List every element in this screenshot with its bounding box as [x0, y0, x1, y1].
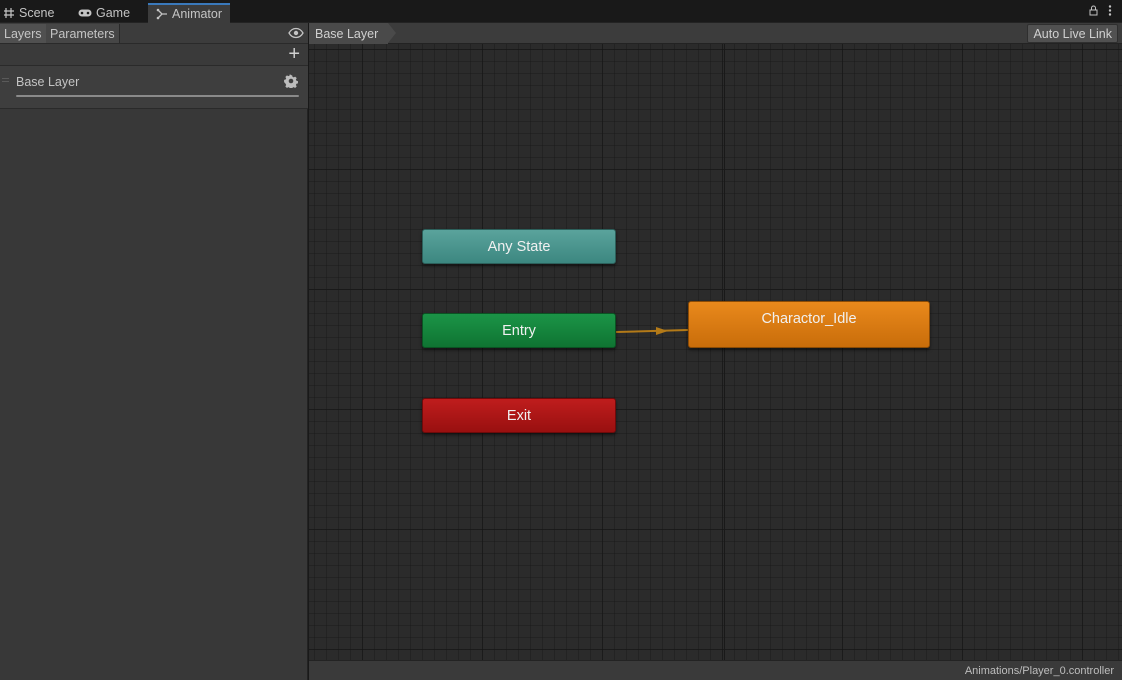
state-charactor-idle[interactable]: Charactor_Idle — [688, 301, 930, 348]
transition-arrow[interactable] — [309, 23, 1122, 680]
kebab-menu-icon[interactable] — [1108, 5, 1112, 16]
layers-tab-button[interactable]: Layers — [0, 24, 47, 43]
window-controls — [1089, 5, 1112, 16]
status-bar: Animations/Player_0.controller — [309, 660, 1122, 680]
state-entry[interactable]: Entry — [422, 313, 616, 348]
tab-scene[interactable]: Scene — [3, 3, 54, 23]
layers-toolbar: Layers Parameters — [0, 23, 308, 44]
window-tab-bar: Scene Game Animator — [0, 0, 1122, 23]
layer-item-base-layer[interactable]: Base Layer — [0, 66, 308, 109]
add-layer-row: + — [0, 44, 308, 66]
state-any-state[interactable]: Any State — [422, 229, 616, 264]
parameters-tab-button[interactable]: Parameters — [46, 24, 120, 43]
controller-path: Animations/Player_0.controller — [964, 665, 1114, 677]
tab-label: Animator — [172, 7, 223, 21]
tab-game[interactable]: Game — [78, 3, 130, 23]
gear-icon[interactable] — [284, 74, 298, 88]
animator-icon — [156, 8, 167, 20]
grid-icon — [4, 8, 14, 18]
state-exit[interactable]: Exit — [422, 398, 616, 433]
layer-weight-bar — [16, 95, 299, 97]
lock-icon[interactable] — [1089, 5, 1098, 16]
tab-animator[interactable]: Animator — [148, 3, 231, 23]
tab-label: Game — [96, 6, 131, 20]
eye-icon[interactable] — [288, 27, 304, 39]
layer-name: Base Layer — [16, 75, 80, 89]
drag-handle-icon[interactable] — [2, 78, 9, 82]
tab-label: Scene — [19, 6, 55, 20]
layers-panel: Layers Parameters + Base Layer — [0, 23, 308, 680]
gamepad-icon — [78, 9, 92, 17]
state-machine-graph[interactable]: Base Layer Auto Live Link Any State Entr… — [309, 23, 1122, 680]
add-layer-button[interactable]: + — [288, 44, 300, 64]
